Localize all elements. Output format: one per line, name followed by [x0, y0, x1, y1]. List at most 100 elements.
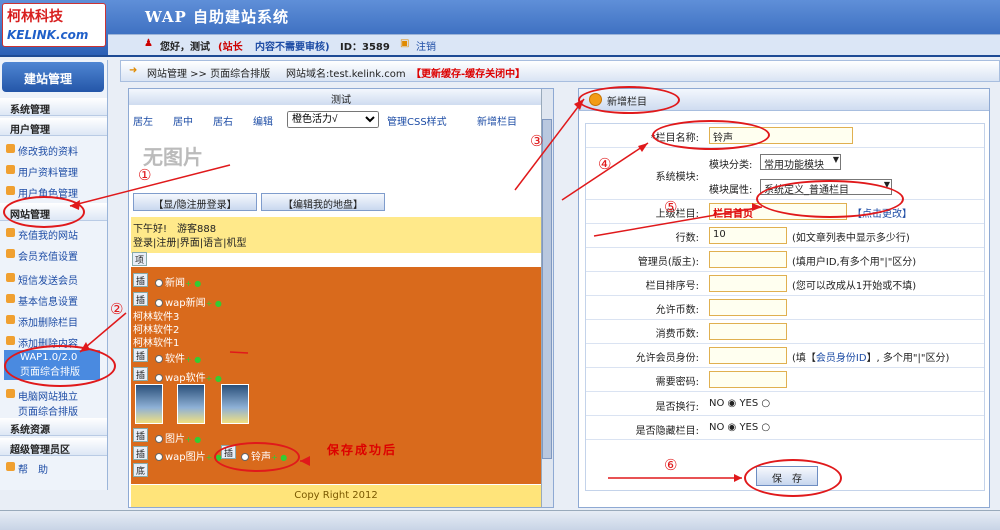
- content-icon: [6, 336, 15, 345]
- login-links[interactable]: 登录|注册|界面|语言|机型: [133, 234, 246, 249]
- sidebar: 建站管理 系统管理 用户管理 修改我的资料 用户资料管理 用户角色管理 网站管理…: [0, 60, 108, 490]
- row-name: *栏目名称: 铃声: [586, 124, 984, 148]
- news-row[interactable]: 新闻+ ●: [153, 274, 201, 289]
- sidebar-item-basic-info[interactable]: 基本信息设置: [6, 293, 78, 308]
- system-title: WAP 自助建站系统: [145, 8, 290, 26]
- circle-module-attr: [756, 180, 904, 218]
- row-admin: 管理员(版主): (填用户ID,有多个用"|"区分): [586, 248, 984, 272]
- coin-icon: [6, 249, 15, 258]
- wap-software-row[interactable]: wap软件+ ●: [153, 369, 222, 384]
- user-id: ID：3589: [340, 42, 390, 53]
- insert-button-3[interactable]: 插: [133, 348, 148, 362]
- edit-my-area-button[interactable]: 【编辑我的地盘】: [261, 193, 385, 211]
- thumbnail-image[interactable]: [135, 384, 163, 424]
- logo-cn-text: 柯林科技: [7, 9, 63, 25]
- order-input[interactable]: [709, 275, 787, 292]
- row-order: 栏目排序号: (您可以改成从1开始或不填): [586, 272, 984, 296]
- row-hide: 是否隐藏栏目: NO ◉ YES ○: [586, 416, 984, 440]
- hide-radio-group[interactable]: NO ◉ YES ○: [709, 422, 770, 433]
- add-column-link[interactable]: 新增栏目: [477, 113, 517, 128]
- style-select[interactable]: 橙色活力√: [287, 111, 379, 128]
- allowed-coins-input[interactable]: [709, 299, 787, 316]
- module-category-select[interactable]: 常用功能模块: [760, 154, 841, 171]
- insert-button-6[interactable]: 插: [133, 446, 148, 460]
- sidebar-cat-system[interactable]: 系统管理: [0, 98, 107, 116]
- company-logo[interactable]: 柯林科技 KELINK.com: [2, 3, 106, 47]
- sidebar-item-columns[interactable]: 添加删除栏目: [6, 314, 78, 329]
- circle-save: [744, 459, 842, 497]
- circle-new-column: [578, 86, 680, 114]
- breadcrumb-path: 网站管理 >> 页面综合排版: [147, 69, 271, 80]
- users-icon: [6, 165, 15, 174]
- password-input[interactable]: [709, 371, 787, 388]
- help-icon: [6, 462, 15, 471]
- no-image-placeholder: 无图片: [143, 145, 203, 169]
- step-4: ④: [598, 155, 612, 173]
- edit-icon: [6, 144, 15, 153]
- spend-coins-input[interactable]: [709, 323, 787, 340]
- wap-news-row[interactable]: wap新闻+ ●: [153, 294, 222, 309]
- insert-button-5[interactable]: 插: [133, 428, 148, 442]
- toggle-login-button[interactable]: 【显/隐注册登录】: [133, 193, 257, 211]
- wap-pic-row[interactable]: wap图片+ ●: [153, 448, 222, 463]
- greeting-text: 下午好! 游客888: [133, 224, 217, 235]
- role: (站长: [218, 42, 243, 53]
- sidebar-head: 建站管理: [2, 62, 104, 92]
- rows-input[interactable]: 10: [709, 227, 787, 244]
- insert-button-4[interactable]: 插: [133, 367, 148, 381]
- step-6: ⑥: [664, 456, 678, 474]
- circle-site-manage: [3, 196, 85, 228]
- step-3: ③: [530, 132, 544, 150]
- sidebar-cat-user[interactable]: 用户管理: [0, 118, 107, 136]
- bottom-button[interactable]: 底: [133, 463, 148, 477]
- pc-icon: [6, 389, 15, 398]
- saved-note: 保存成功后: [327, 443, 398, 457]
- insert-button-2[interactable]: 插: [133, 292, 148, 306]
- manage-css-link[interactable]: 管理CSS样式: [387, 113, 447, 128]
- row-count: 行数: 10 (如文章列表中显示多少行): [586, 224, 984, 248]
- member-id-link[interactable]: 会员身份ID: [816, 353, 867, 364]
- align-center-button[interactable]: 居中: [173, 113, 193, 128]
- align-left-button[interactable]: 居左: [133, 113, 153, 128]
- sidebar-item-user-data[interactable]: 用户资料管理: [6, 164, 78, 179]
- insert-button[interactable]: 插: [133, 273, 148, 287]
- software-row[interactable]: 软件+ ●: [153, 350, 201, 365]
- preview-toolbar: 居左 居中 居右 编辑 橙色活力√ 管理CSS样式 新增栏目: [129, 110, 553, 130]
- sidebar-item-recharge-site[interactable]: 充值我的网站: [6, 227, 78, 242]
- sidebar-item-sms[interactable]: 短信发送会员: [6, 272, 78, 287]
- edit-button[interactable]: 编辑: [253, 113, 273, 128]
- copyright: Copy Right 2012: [131, 485, 541, 507]
- row-password: 需要密码:: [586, 368, 984, 392]
- sidebar-item-member-recharge[interactable]: 会员充值设置: [6, 248, 78, 263]
- scrollbar-thumb[interactable]: [542, 119, 552, 459]
- refresh-cache-link[interactable]: 【更新缓存-缓存关闭中】: [411, 65, 525, 80]
- logout-link[interactable]: 注销: [416, 38, 436, 53]
- pic-row[interactable]: 图片+ ●: [153, 430, 201, 445]
- add-column-form: *栏目名称: 铃声 系统模块: 模块分类: 常用功能模块 模块属性: 系统定义_…: [585, 123, 985, 491]
- row-spend: 消费币数:: [586, 320, 984, 344]
- circle-name-field: [652, 120, 770, 150]
- logo-en-text: KELINK.com: [7, 28, 89, 42]
- logout-icon: ▣: [400, 38, 410, 49]
- bottom-scrollbar[interactable]: [0, 510, 1000, 530]
- audit-status: 内容不需要审核): [255, 42, 330, 53]
- sidebar-item-help[interactable]: 帮 助: [6, 461, 48, 476]
- layout-preview-panel: 测试 居左 居中 居右 编辑 橙色活力√ 管理CSS样式 新增栏目 无图片 【显…: [128, 88, 554, 508]
- greeting-box: 下午好! 游客888 登录|注册|界面|语言|机型: [131, 217, 541, 253]
- member-id-input[interactable]: [709, 347, 787, 364]
- row-wrap: 是否换行: NO ◉ YES ○: [586, 392, 984, 416]
- align-right-button[interactable]: 居右: [213, 113, 233, 128]
- breadcrumb: ➜ 网站管理 >> 页面综合排版 网站域名:test.kelink.com 【更…: [120, 60, 1000, 82]
- admin-input[interactable]: [709, 251, 787, 268]
- thumbnail-image[interactable]: [221, 384, 249, 424]
- sidebar-cat-resources[interactable]: 系统资源: [0, 418, 107, 436]
- sidebar-item-pc-layout[interactable]: 电脑网站独立 页面综合排版: [6, 388, 78, 418]
- sidebar-cat-super-admin[interactable]: 超级管理员区: [0, 438, 107, 456]
- greeting: 您好，测试: [160, 42, 210, 53]
- step-1: ①: [138, 166, 152, 184]
- star-icon: [6, 228, 15, 237]
- thumbnail-image[interactable]: [177, 384, 205, 424]
- item-button[interactable]: 项: [132, 252, 147, 266]
- wrap-radio-group[interactable]: NO ◉ YES ○: [709, 398, 770, 409]
- sidebar-item-edit-profile[interactable]: 修改我的资料: [6, 143, 78, 158]
